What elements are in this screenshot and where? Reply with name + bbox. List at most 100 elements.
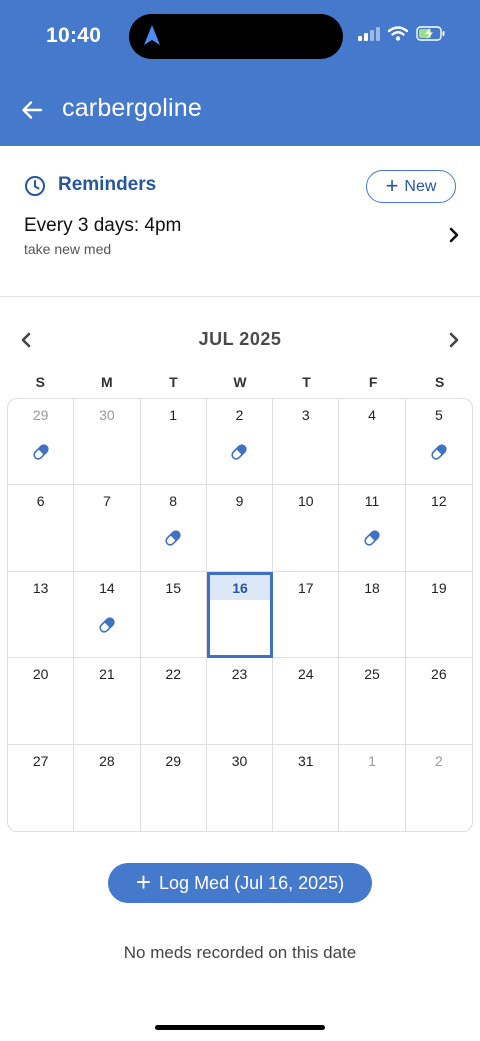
calendar-day[interactable]: 30 xyxy=(74,399,141,486)
status-icons xyxy=(358,26,446,41)
day-number: 3 xyxy=(301,407,310,423)
calendar-day[interactable]: 4 xyxy=(339,399,406,486)
pill-icon xyxy=(430,443,448,466)
chevron-right-icon xyxy=(449,227,459,243)
day-number: 27 xyxy=(32,752,49,769)
calendar-day[interactable]: 20 xyxy=(8,658,75,745)
clock-icon xyxy=(25,176,45,196)
calendar-day[interactable]: 6 xyxy=(8,485,75,572)
calendar-day[interactable]: 2 xyxy=(206,399,274,486)
day-number: 5 xyxy=(434,407,443,423)
section-divider xyxy=(0,296,480,297)
day-number: 26 xyxy=(431,666,447,683)
new-reminder-button[interactable]: + New xyxy=(366,170,456,203)
day-number: 14 xyxy=(99,579,115,596)
day-number: 1 xyxy=(368,752,376,769)
log-med-label: Log Med (Jul 16, 2025) xyxy=(159,872,345,893)
day-number: 7 xyxy=(103,493,111,510)
calendar-day[interactable]: 12 xyxy=(405,485,472,572)
day-number: 28 xyxy=(99,752,115,769)
calendar-day[interactable]: 28 xyxy=(74,744,141,831)
day-number: 19 xyxy=(431,579,447,596)
weekday-label: T xyxy=(169,374,178,390)
calendar-day[interactable]: 19 xyxy=(405,572,472,659)
arrow-left-icon xyxy=(22,101,43,119)
chevron-right-icon xyxy=(449,332,459,348)
day-number: 25 xyxy=(364,666,380,683)
day-number: 2 xyxy=(434,752,443,769)
calendar-day[interactable]: 1 xyxy=(140,399,207,486)
calendar-day[interactable]: 11 xyxy=(339,485,406,572)
status-time: 10:40 xyxy=(46,24,102,47)
calendar-day[interactable]: 18 xyxy=(339,571,406,659)
calendar-day[interactable]: 5 xyxy=(405,399,472,486)
calendar-day[interactable]: 9 xyxy=(206,485,274,572)
calendar-day[interactable]: 21 xyxy=(74,658,141,745)
plus-icon: + xyxy=(385,172,399,198)
reminders-header: Reminders + New xyxy=(24,170,456,204)
reminder-note: take new med xyxy=(24,241,112,257)
calendar-day-selected[interactable]: 16 xyxy=(206,571,274,659)
calendar-month-label: JUL 2025 xyxy=(198,329,282,349)
day-number: 15 xyxy=(165,579,181,596)
log-med-button[interactable]: + Log Med (Jul 16, 2025) xyxy=(108,863,372,903)
day-number: 16 xyxy=(232,579,248,596)
pill-icon xyxy=(164,529,182,552)
pill-icon xyxy=(98,616,116,639)
calendar-grid: 29 30 1 2 3 4 5 6 7 8 9 10 11 12 13 14 15 16 17 18 19 20 21 22 2… xyxy=(7,398,473,832)
day-number: 13 xyxy=(32,579,49,596)
calendar-day[interactable]: 25 xyxy=(339,658,406,745)
calendar-day[interactable]: 3 xyxy=(273,399,340,486)
back-button[interactable] xyxy=(16,94,48,126)
calendar-day[interactable]: 27 xyxy=(8,744,75,831)
weekday-label: M xyxy=(101,374,113,390)
pill-icon xyxy=(32,443,50,466)
calendar-day[interactable]: 1 xyxy=(339,744,406,831)
day-number: 30 xyxy=(99,407,115,423)
day-number: 20 xyxy=(32,666,49,683)
day-number: 24 xyxy=(297,666,314,683)
weekday-label: F xyxy=(368,374,378,390)
nav-bar: carbergoline xyxy=(0,86,480,132)
weekday-label: W xyxy=(233,374,247,390)
next-month-button[interactable] xyxy=(442,327,466,353)
reminder-schedule: Every 3 days: 4pm xyxy=(24,215,182,236)
calendar-day[interactable]: 29 xyxy=(8,399,75,486)
day-number: 10 xyxy=(297,493,314,510)
day-number: 11 xyxy=(364,493,380,510)
calendar-day[interactable]: 15 xyxy=(140,571,207,659)
navigation-arrow-icon xyxy=(144,25,160,45)
reminder-item[interactable]: Every 3 days: 4pm take new med xyxy=(0,210,480,266)
calendar-day[interactable]: 31 xyxy=(273,744,340,831)
calendar-day[interactable]: 8 xyxy=(140,485,207,572)
battery-charging-icon xyxy=(416,26,445,41)
calendar-day[interactable]: 30 xyxy=(207,744,274,831)
pill-icon xyxy=(363,529,381,552)
weekday-label: S xyxy=(35,374,45,390)
calendar-day[interactable]: 26 xyxy=(405,658,472,745)
day-number: 18 xyxy=(364,579,380,596)
day-number: 31 xyxy=(297,752,314,769)
plus-icon: + xyxy=(135,867,152,897)
home-indicator[interactable] xyxy=(155,1025,325,1030)
calendar-day[interactable]: 24 xyxy=(273,658,340,745)
weekday-label: S xyxy=(435,374,445,390)
calendar-header: JUL 2025 xyxy=(0,325,480,355)
calendar-day[interactable]: 22 xyxy=(140,658,207,745)
calendar-day[interactable]: 29 xyxy=(141,744,207,831)
day-number: 4 xyxy=(368,407,376,423)
calendar-day[interactable]: 2 xyxy=(406,745,472,831)
calendar-day[interactable]: 13 xyxy=(8,571,75,659)
calendar-day[interactable]: 14 xyxy=(74,571,141,659)
calendar-day[interactable]: 7 xyxy=(74,485,141,572)
calendar-day[interactable]: 17 xyxy=(273,571,340,659)
calendar-day[interactable]: 23 xyxy=(206,658,274,745)
day-number: 23 xyxy=(231,666,248,683)
day-number: 6 xyxy=(36,493,45,510)
weekday-label: T xyxy=(302,374,311,390)
empty-state-text: No meds recorded on this date xyxy=(123,943,357,962)
day-number: 1 xyxy=(169,407,178,423)
dynamic-island xyxy=(129,14,343,59)
calendar-day[interactable]: 10 xyxy=(273,485,340,572)
day-number: 21 xyxy=(99,666,115,683)
